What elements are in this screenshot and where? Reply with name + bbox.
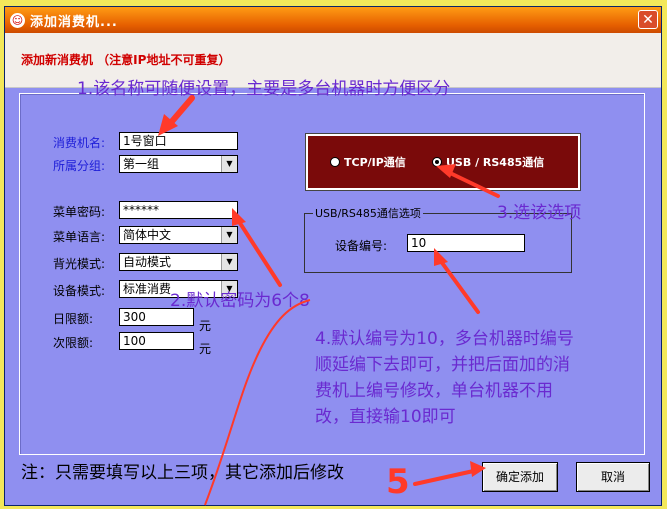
daily-limit-unit: 元	[199, 319, 212, 333]
language-select-value: 简体中文	[123, 228, 172, 242]
language-select[interactable]: 简体中文 ▼	[119, 226, 238, 244]
annotation-4-line-3: 费机上编号修改，单台机器不用	[315, 381, 553, 401]
backlight-label: 背光模式:	[53, 257, 106, 271]
annotation-5: 5	[386, 462, 410, 502]
annotation-4-line-2: 顺延编下去即可，并把后面加的消	[315, 355, 570, 375]
single-limit-input[interactable]: 100	[119, 332, 194, 350]
usb-rs485-label: USB / RS485通信	[446, 156, 545, 169]
close-button[interactable]: ✕	[638, 10, 658, 29]
group-label: 所属分组:	[53, 159, 106, 173]
chevron-down-icon[interactable]: ▼	[221, 227, 237, 243]
radio-off-icon[interactable]	[330, 157, 340, 167]
chevron-down-icon[interactable]: ▼	[221, 156, 237, 172]
chevron-down-icon[interactable]: ▼	[221, 254, 237, 270]
title-bar: ☺ 添加消费机... ✕	[5, 7, 661, 33]
name-label: 消费机名:	[53, 136, 106, 150]
tcp-ip-radio[interactable]: TCP/IP通信	[330, 154, 406, 170]
password-input[interactable]: ******	[119, 201, 238, 219]
annotation-4-line-1: 4.默认编号为10，多台机器时编号	[315, 329, 574, 349]
backlight-select-value: 自动模式	[123, 255, 172, 269]
group-select-value: 第一组	[123, 157, 160, 171]
password-label: 菜单密码:	[53, 205, 106, 219]
name-input[interactable]: 1号窗口	[119, 132, 238, 150]
annotation-2: 2.默认密码为6个8	[170, 291, 310, 311]
single-limit-unit: 元	[199, 342, 212, 356]
annotation-3: 3.选该选项	[497, 203, 582, 223]
connection-type-box: TCP/IP通信 USB / RS485通信	[306, 134, 580, 190]
usb-options-legend: USB/RS485通信选项	[313, 205, 423, 221]
daily-limit-label: 日限额:	[53, 312, 94, 326]
confirm-add-button[interactable]: 确定添加	[482, 462, 558, 492]
device-mode-label: 设备模式:	[53, 284, 106, 298]
footer-note: 注：只需要填写以上三项，其它添加后修改	[21, 463, 344, 483]
device-no-input[interactable]: 10	[407, 234, 525, 252]
cancel-button[interactable]: 取消	[576, 462, 650, 492]
backlight-select[interactable]: 自动模式 ▼	[119, 253, 238, 271]
tcp-ip-label: TCP/IP通信	[344, 156, 406, 169]
dialog-header: 添加新消费机 （注意IP地址不可重复）	[21, 53, 231, 67]
annotation-4: 4.默认编号为10，多台机器时编号 顺延编下去即可，并把后面加的消 费机上编号修…	[315, 326, 574, 430]
radio-on-icon[interactable]	[432, 157, 442, 167]
device-no-label: 设备编号:	[335, 239, 388, 253]
annotation-4-line-4: 改，直接输10即可	[315, 407, 456, 427]
window-title: 添加消费机...	[30, 14, 118, 30]
group-select[interactable]: 第一组 ▼	[119, 155, 238, 173]
annotation-1: 1.该名称可随便设置，主要是多台机器时方便区分	[77, 79, 451, 99]
app-emblem-icon: ☺	[10, 12, 25, 28]
device-mode-select-value: 标准消费	[123, 282, 172, 296]
single-limit-label: 次限额:	[53, 336, 94, 350]
usb-rs485-radio[interactable]: USB / RS485通信	[432, 154, 544, 170]
language-label: 菜单语言:	[53, 230, 106, 244]
